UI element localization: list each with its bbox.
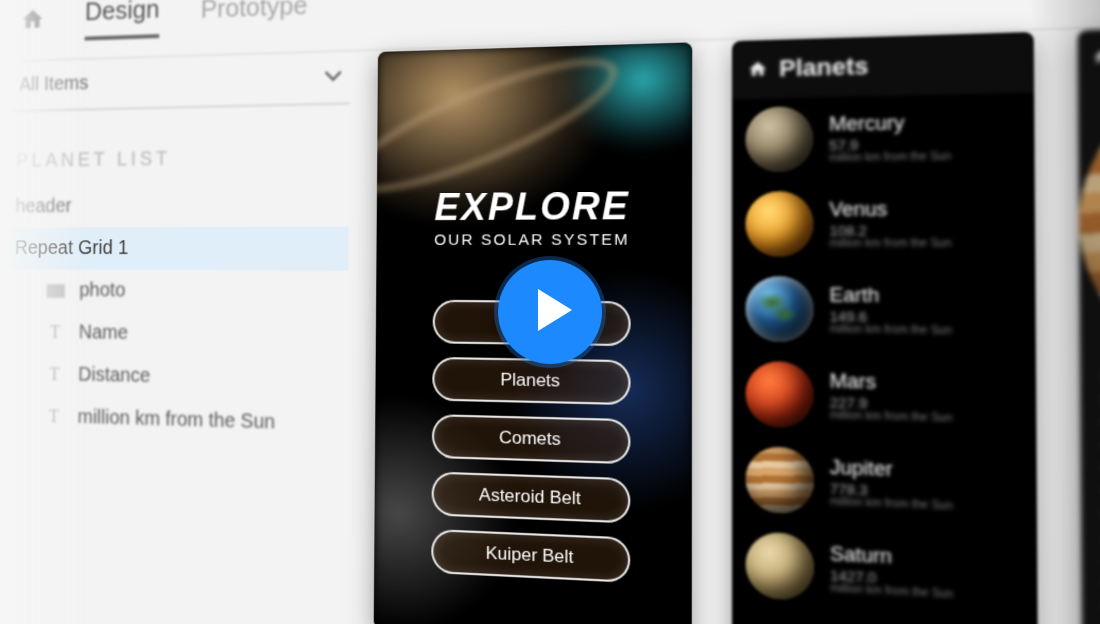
hero-text: EXPLORE OUR SOLAR SYSTEM: [377, 183, 693, 249]
planet-photo: [745, 361, 813, 428]
screen-header: Planets: [732, 32, 1034, 99]
planet-photo: [745, 276, 813, 342]
assets-dropdown-label: All Items: [19, 72, 88, 96]
chevron-down-icon: [324, 65, 342, 89]
explore-button-item[interactable]: Planets: [432, 357, 630, 405]
text-icon: T: [43, 366, 65, 384]
planet-item[interactable]: Mars 227.9 million km from the Sun: [745, 361, 1021, 434]
layer-label: million km from the Sun: [77, 406, 275, 434]
planet-distance: 149.6: [830, 309, 952, 325]
layers-panel: All Items PLANET LIST header Repeat Grid…: [7, 53, 351, 447]
planet-photo: [746, 531, 814, 600]
planet-list: Mercury 57.9 million km from the Sun Ven…: [745, 102, 1022, 612]
explore-button-item[interactable]: Comets: [432, 414, 631, 464]
layer-label: Distance: [78, 364, 150, 388]
home-icon[interactable]: [748, 55, 768, 84]
planet-distance-unit: million km from the Sun: [830, 409, 953, 424]
home-icon[interactable]: [20, 7, 45, 34]
planet-hero-image: [1078, 68, 1100, 377]
hero-title: EXPLORE: [377, 183, 692, 229]
planet-name: Saturn: [830, 542, 953, 571]
play-icon: [530, 287, 570, 338]
layer-name[interactable]: T Name: [8, 311, 348, 358]
explore-button-item[interactable]: Asteroid Belt: [432, 471, 631, 523]
planet-name: Mars: [830, 369, 953, 395]
planet-name: Earth: [829, 284, 951, 308]
planet-item[interactable]: Mercury 57.9 million km from the Sun: [745, 102, 1020, 172]
text-icon: T: [43, 408, 65, 426]
tab-prototype[interactable]: Prototype: [200, 0, 307, 35]
planet-item[interactable]: Jupiter 778.3 million km from the Sun: [746, 446, 1023, 522]
planet-distance-unit: million km from the Sun: [830, 323, 952, 337]
planet-name: Mercury: [829, 110, 951, 135]
artboard-planets-list[interactable]: Planets Mercury 57.9 million km from the…: [732, 32, 1038, 624]
planet-item[interactable]: Venus 108.2 million km from the Sun: [745, 189, 1020, 257]
layers-list: header Repeat Grid 1 photo T Name: [7, 183, 349, 447]
section-title: PLANET LIST: [11, 145, 350, 173]
layer-label: Repeat Grid 1: [15, 237, 129, 260]
planet-photo: [745, 106, 813, 172]
layer-photo[interactable]: photo: [9, 269, 349, 314]
planet-distance: 108.2: [829, 223, 951, 238]
assets-dropdown[interactable]: All Items: [12, 53, 351, 112]
planet-name: Jupiter: [830, 456, 953, 483]
layer-label: photo: [79, 279, 125, 302]
home-icon[interactable]: [1093, 45, 1100, 69]
planet-photo: [746, 446, 814, 514]
design-canvas[interactable]: EXPLORE OUR SOLAR SYSTEM Sun Planets Com…: [373, 22, 1100, 624]
artboard-planet-detail[interactable]: Planets: [1078, 23, 1100, 624]
layer-header[interactable]: header: [10, 183, 349, 228]
layer-label: header: [15, 195, 71, 218]
planet-distance-unit: million km from the Sun: [829, 150, 951, 164]
planet-photo: [745, 191, 813, 257]
rectangle-icon: [45, 282, 67, 300]
planet-item[interactable]: Earth 149.6 million km from the Sun: [745, 276, 1021, 345]
screen-title: Planets: [779, 52, 868, 83]
planet-item[interactable]: Saturn 1427.0 million km from the Sun: [746, 531, 1023, 611]
planet-name: Venus: [829, 197, 951, 221]
planet-distance-unit: million km from the Sun: [829, 237, 951, 249]
text-icon: T: [44, 324, 66, 342]
layer-unit-line[interactable]: T million km from the Sun: [7, 395, 348, 447]
screen-header: Planets: [1078, 23, 1100, 85]
hero-subtitle: OUR SOLAR SYSTEM: [377, 231, 693, 249]
tab-design[interactable]: Design: [85, 0, 160, 41]
layer-label: Name: [79, 322, 128, 345]
play-button[interactable]: [498, 260, 602, 364]
layer-repeat-grid[interactable]: Repeat Grid 1: [9, 227, 349, 271]
